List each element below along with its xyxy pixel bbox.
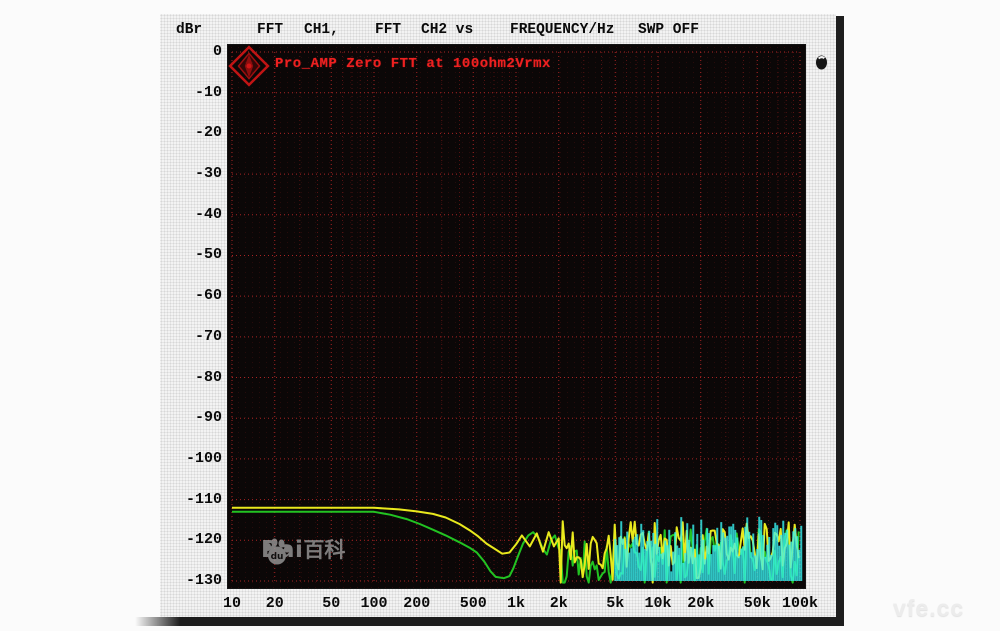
chart-plot-area: Pro_AMP Zero FTT at 100ohm2Vrmx Bai du 百… (228, 45, 805, 588)
y-axis-label: -80 (146, 368, 222, 388)
keyhole-indicator-icon (815, 53, 828, 70)
chart-title: Pro_AMP Zero FTT at 100ohm2Vrmx (275, 56, 551, 72)
header-ch1-label: CH1, (304, 20, 339, 40)
header-sweep-status-label: SWP OFF (638, 20, 699, 40)
baidu-watermark-cjk: 百科 (303, 538, 345, 563)
site-watermark: vfe.cc (893, 595, 964, 622)
header-fft2-label: FFT (375, 20, 401, 40)
y-axis-label: -120 (146, 530, 222, 550)
panel-shadow-right (836, 16, 844, 626)
y-axis-label: -10 (146, 83, 222, 103)
y-axis-label: -40 (146, 205, 222, 225)
y-axis-label: 0 (146, 42, 222, 62)
baidu-du-text: du (271, 552, 284, 562)
trace-noise-band-cyan (615, 517, 801, 581)
red-diamond-logo-icon (228, 45, 270, 87)
y-axis-label: -30 (146, 164, 222, 184)
y-axis-label: -100 (146, 449, 222, 469)
y-unit-label: dBr (176, 20, 202, 40)
y-axis-label: -20 (146, 123, 222, 143)
y-axis-label: -70 (146, 327, 222, 347)
y-axis-label: -60 (146, 286, 222, 306)
fft-chart (228, 45, 805, 588)
y-axis-label: -110 (146, 490, 222, 510)
y-axis-label: -90 (146, 408, 222, 428)
y-axis-label: -50 (146, 245, 222, 265)
header-frequency-label: FREQUENCY/Hz (510, 20, 614, 40)
baidu-watermark: Bai du 百科 (261, 537, 345, 563)
header-fft1-label: FFT (257, 20, 283, 40)
baidu-paw-icon: du (262, 537, 292, 567)
y-axis-label: -130 (146, 571, 222, 591)
header-ch2-label: CH2 vs (421, 20, 473, 40)
x-axis-label: 100k (765, 594, 835, 614)
panel-shadow-bottom (135, 617, 844, 626)
